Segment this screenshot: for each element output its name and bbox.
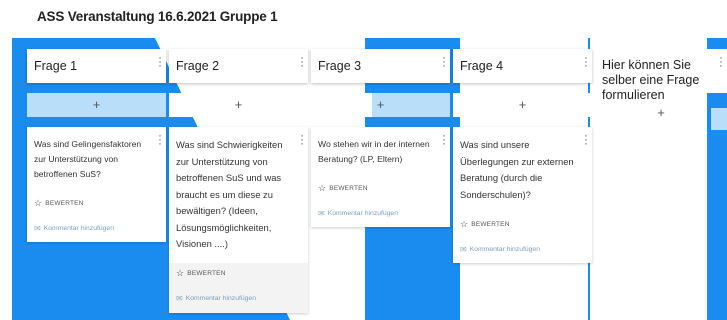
card-text: Was sind unsere Überlegungen zur externe… [460,139,574,200]
column-header: Hier können Sie selber eine Frage formul… [595,49,727,102]
column-frage-1: Frage 1 · · · + · · · Was sind Gelingensfakt… [27,49,166,242]
add-card-button[interactable]: + [27,93,166,117]
add-card-button[interactable]: + [311,93,450,117]
rate-button[interactable]: ☆ BEWERTEN [27,192,166,214]
column-title: Frage 1 [34,59,78,73]
add-card-button[interactable]: + [595,101,727,125]
rate-button[interactable]: ☆ BEWERTEN [169,263,308,285]
add-comment-button[interactable]: ✉ Kommentar hinzufügen [311,199,450,227]
comment-icon: ✉ [460,244,467,254]
column-title: Frage 3 [318,59,362,73]
column-title: Frage 2 [176,59,220,73]
comment-icon: ✉ [176,294,183,303]
add-card-button[interactable]: + [169,93,308,117]
column-custom-question: Hier können Sie selber eine Frage formul… [595,49,727,125]
column-header: Frage 2 · · · [169,49,308,83]
question-card[interactable]: · · · Was sind Schwierigkeiten zur Unterst… [169,127,308,313]
kebab-menu-icon[interactable]: · · · [717,51,725,71]
star-icon: ☆ [460,218,469,229]
rate-label: BEWERTEN [187,270,226,277]
column-frage-3: Frage 3 · · · + · · · Wo stehen wir in der i… [311,49,450,227]
card-footer: ☆ BEWERTEN ✉ Kommentar hinzufügen [169,262,308,313]
comment-label: Kommentar hinzufügen [43,224,114,232]
question-card[interactable]: · · · Was sind unsere Überlegungen zur ext… [453,127,592,263]
card-text: Wo stehen wir in der internen Beratung? … [318,139,430,164]
add-comment-button[interactable]: ✉ Kommentar hinzufügen [169,285,308,313]
comment-icon: ✉ [34,223,41,233]
rate-label: BEWERTEN [471,220,510,228]
comment-icon: ✉ [318,208,325,218]
board-title: ASS Veranstaltung 16.6.2021 Gruppe 1 [37,9,278,24]
next-column-add-bar[interactable] [711,108,727,130]
star-icon: ☆ [318,182,327,193]
board: Frage 1 · · · + · · · Was sind Gelingensfakt… [0,38,727,320]
comment-label: Kommentar hinzufügen [327,209,398,217]
column-frage-2: Frage 2 · · · + · · · Was sind Schwierigkeit… [169,49,308,313]
kebab-menu-icon[interactable]: · · · [440,51,448,71]
kebab-menu-icon[interactable]: · · · [582,129,590,149]
column-header: Frage 1 · · · [27,49,166,83]
star-icon: ☆ [34,197,43,208]
column-title: Frage 4 [460,59,504,73]
kebab-menu-icon[interactable]: · · · [298,129,306,149]
kebab-menu-icon[interactable]: · · · [156,129,164,149]
kebab-menu-icon[interactable]: · · · [582,51,590,71]
column-header: Frage 3 · · · [311,49,450,83]
rate-label: BEWERTEN [45,199,84,207]
card-text: Was sind Gelingensfaktoren zur Unterstüt… [34,139,142,179]
column-title: Hier können Sie selber eine Frage formul… [602,58,700,102]
comment-label: Kommentar hinzufügen [469,245,540,253]
kebab-menu-icon[interactable]: · · · [156,51,164,71]
add-comment-button[interactable]: ✉ Kommentar hinzufügen [27,214,166,242]
kebab-menu-icon[interactable]: · · · [298,51,306,71]
comment-label: Kommentar hinzufügen [185,295,256,302]
kebab-menu-icon[interactable]: · · · [440,129,448,149]
rate-button[interactable]: ☆ BEWERTEN [311,177,450,199]
add-comment-button[interactable]: ✉ Kommentar hinzufügen [453,235,592,263]
rate-label: BEWERTEN [329,184,368,192]
card-text: Was sind Schwierigkeiten zur Unterstützu… [176,139,283,249]
column-frage-4: Frage 4 · · · + · · · Was sind unsere Überle… [453,49,592,263]
question-card[interactable]: · · · Wo stehen wir in der internen Beratu… [311,127,450,227]
star-icon: ☆ [176,268,185,278]
column-header: Frage 4 · · · [453,49,592,83]
add-card-button[interactable]: + [453,93,592,117]
rate-button[interactable]: ☆ BEWERTEN [453,213,592,235]
question-card[interactable]: · · · Was sind Gelingensfaktoren zur Unter… [27,127,166,242]
